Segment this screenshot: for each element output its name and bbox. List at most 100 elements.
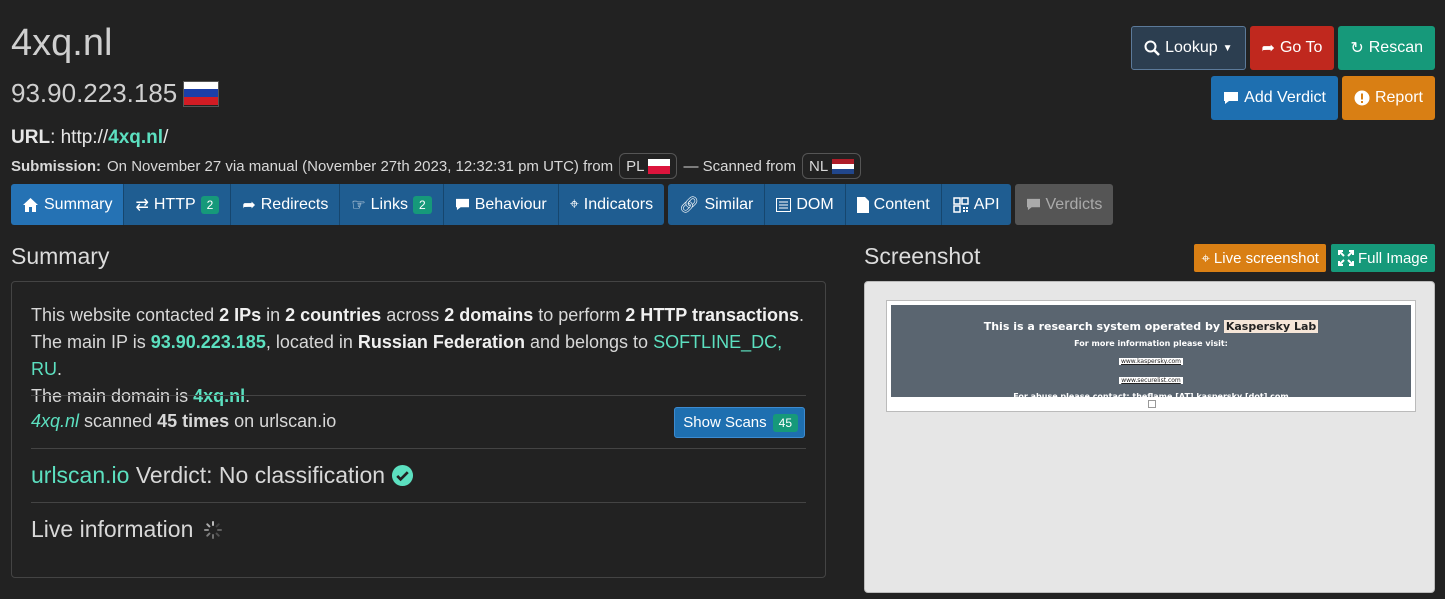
report-label: Report: [1374, 89, 1423, 106]
tab-http[interactable]: ⇄ HTTP 2: [124, 184, 232, 225]
url-path: /: [163, 127, 169, 148]
add-verdict-label: Add Verdict: [1244, 89, 1326, 106]
submitter-country-chip[interactable]: PL: [619, 153, 678, 179]
banner-line-2: For more information please visit:: [1074, 339, 1228, 348]
share-arrow-icon: ➦: [242, 196, 256, 214]
link-icon: 🔗︎: [679, 196, 700, 214]
banner-highlight: Kaspersky Lab: [1223, 320, 1319, 333]
crosshairs-icon: ⌖: [569, 195, 579, 213]
tab-summary-label: Summary: [44, 195, 113, 213]
rescan-label: Rescan: [1368, 39, 1423, 56]
comment-icon: [1224, 92, 1239, 104]
tab-api-label: API: [973, 195, 1000, 213]
tab-redirects[interactable]: ➦ Redirects: [231, 184, 341, 225]
tab-summary[interactable]: Summary: [11, 184, 125, 225]
tab-similar[interactable]: 🔗︎ Similar: [668, 184, 766, 225]
banner-link-1: www.kaspersky.com: [1118, 358, 1184, 365]
submission-line: Submission: On November 27 via manual (N…: [11, 153, 862, 179]
show-scans-badge: 45: [772, 413, 798, 432]
tab-similar-label: Similar: [704, 195, 754, 213]
loading-spinner-icon: [204, 520, 223, 539]
full-image-label: Full Image: [1357, 249, 1428, 267]
scanned-domain[interactable]: 4xq.nl: [31, 411, 79, 431]
broken-image-icon: [1148, 400, 1156, 408]
main-domain-link[interactable]: 4xq.nl: [193, 386, 245, 406]
summary-text: and belongs to: [524, 332, 654, 352]
url-label: URL: [11, 127, 51, 148]
action-buttons-row-2: Add Verdict Report: [1211, 76, 1435, 120]
summary-description: This website contacted 2 IPs in 2 countr…: [31, 302, 811, 410]
summary-text: .: [245, 386, 251, 406]
lookup-button[interactable]: Lookup ▼: [1131, 26, 1246, 70]
summary-text: to perform: [533, 305, 626, 325]
banner-line-1: This is a research system operated by Ka…: [891, 320, 1411, 333]
main-ip-link[interactable]: 93.90.223.185: [151, 332, 266, 352]
summary-text: across: [381, 305, 445, 325]
netherlands-flag-icon: [832, 158, 855, 174]
russia-flag-icon: [183, 80, 220, 107]
screenshot-frame[interactable]: This is a research system operated by Ka…: [864, 281, 1435, 593]
home-icon: [23, 197, 38, 212]
action-buttons-row-1: Lookup ▼ ➦ Go To ↻ Rescan: [1131, 26, 1435, 70]
tab-links-badge: 2: [413, 195, 432, 214]
summary-text: The main IP is: [31, 332, 151, 352]
goto-button[interactable]: ➦ Go To: [1249, 26, 1335, 70]
caret-down-icon: ▼: [1222, 42, 1233, 54]
list-alt-icon: [776, 197, 792, 212]
rescan-button[interactable]: ↻ Rescan: [1338, 26, 1435, 70]
report-button[interactable]: Report: [1341, 76, 1435, 120]
country-count: 2 countries: [285, 305, 382, 325]
add-verdict-button[interactable]: Add Verdict: [1211, 76, 1338, 120]
submission-label: Submission:: [11, 157, 102, 175]
tab-links[interactable]: ☞ Links 2: [340, 184, 444, 225]
scanner-country-chip[interactable]: NL: [802, 153, 862, 179]
submission-text: On November 27 via manual (November 27th…: [107, 157, 614, 175]
tab-verdicts-label: Verdicts: [1045, 195, 1103, 213]
tab-indicators[interactable]: ⌖ Indicators: [558, 184, 665, 225]
scan-count-line: 4xq.nl scanned 45 times on urlscan.io: [31, 411, 336, 432]
scan-count: 45 times: [157, 411, 230, 431]
hand-pointer-icon: ☞: [351, 196, 366, 214]
live-screenshot-button[interactable]: ⌖ Live screenshot: [1194, 244, 1326, 272]
tab-api[interactable]: API: [941, 184, 1011, 225]
banner-text: This is a research system operated by: [983, 320, 1224, 333]
url-domain-link[interactable]: 4xq.nl: [108, 127, 163, 148]
comment-icon: [455, 198, 469, 211]
comment-icon: [1026, 198, 1040, 211]
poland-flag-icon: [648, 158, 671, 174]
file-icon: [856, 196, 869, 213]
verdict-site-link[interactable]: urlscan.io: [31, 462, 129, 488]
screenshot-heading: Screenshot: [864, 243, 981, 269]
tab-behaviour[interactable]: Behaviour: [443, 184, 559, 225]
tab-group-main: Summary ⇄ HTTP 2 ➦ Redirects ☞ Links 2 B…: [11, 184, 665, 225]
ip-count: 2 IPs: [219, 305, 262, 325]
show-scans-button[interactable]: Show Scans 45: [674, 407, 805, 438]
live-information-label: Live information: [31, 516, 194, 542]
tab-dom-label: DOM: [796, 195, 834, 213]
scan-text: scanned: [79, 411, 158, 431]
exchange-icon: ⇄: [135, 196, 149, 214]
tab-indicators-label: Indicators: [583, 195, 654, 213]
live-information-line: Live information: [31, 516, 223, 543]
tab-dom[interactable]: DOM: [765, 184, 846, 225]
tab-content[interactable]: Content: [845, 184, 942, 225]
transaction-count: 2 HTTP transactions: [625, 305, 799, 325]
divider: [31, 395, 806, 396]
summary-panel: This website contacted 2 IPs in 2 countr…: [11, 281, 826, 578]
search-icon: [1144, 40, 1161, 56]
domain-count: 2 domains: [444, 305, 534, 325]
tab-verdicts[interactable]: Verdicts: [1014, 184, 1114, 225]
banner-link-2: www.securelist.com: [1119, 377, 1183, 384]
summary-text: .: [57, 359, 63, 379]
refresh-icon: ↻: [1350, 40, 1364, 57]
tab-behaviour-label: Behaviour: [474, 195, 547, 213]
screenshot-image: This is a research system operated by Ka…: [886, 300, 1416, 412]
tab-http-badge: 2: [200, 195, 220, 214]
summary-text: This website contacted: [31, 305, 220, 325]
divider: [31, 448, 806, 449]
exclamation-circle-icon: [1354, 90, 1370, 106]
full-image-button[interactable]: Full Image: [1330, 244, 1435, 272]
ip-address: 93.90.223.185: [11, 78, 178, 108]
lookup-label: Lookup: [1165, 39, 1218, 56]
scanned-from-text: — Scanned from: [683, 157, 797, 175]
